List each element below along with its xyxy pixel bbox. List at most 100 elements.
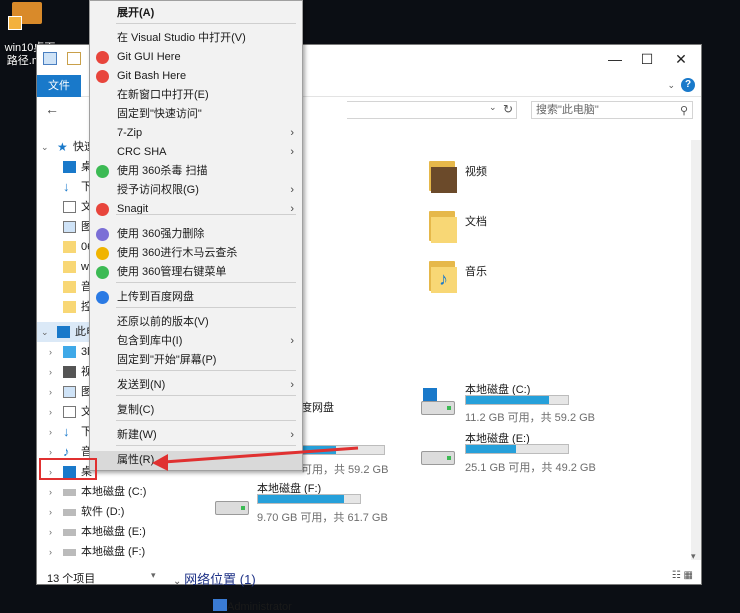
context-menu-item[interactable]: 上传到百度网盘 — [90, 288, 302, 307]
picture-icon — [63, 221, 76, 233]
quick-access-toolbar — [41, 50, 91, 70]
context-menu-item[interactable]: 包含到库中(I) › — [90, 332, 302, 351]
chevron-right-icon[interactable]: › — [49, 542, 52, 562]
drive-icon[interactable] — [421, 401, 455, 415]
menu-item-label: 使用 360进行木马云查杀 — [117, 247, 238, 259]
menu-separator — [116, 370, 296, 371]
menu-item-label: 发送到(N) — [117, 379, 166, 391]
drive-icon — [63, 489, 76, 496]
annotation-arrow — [152, 446, 359, 471]
menu-item-label: 复制(C) — [117, 404, 155, 416]
context-menu-item[interactable]: 使用 360进行木马云查杀 — [90, 244, 302, 263]
folder-icon — [63, 301, 76, 313]
maximize-button[interactable]: ☐ — [635, 51, 659, 67]
context-menu-item[interactable]: 使用 360管理右键菜单 — [90, 263, 302, 282]
menu-item-label: 包含到库中(I) — [117, 335, 183, 347]
submenu-arrow-icon: › — [290, 127, 294, 139]
chevron-right-icon[interactable]: › — [49, 362, 52, 382]
properties-icon[interactable] — [67, 52, 81, 65]
submenu-arrow-icon: › — [290, 146, 294, 158]
chevron-right-icon[interactable]: › — [49, 522, 52, 542]
view-toggle-icons[interactable]: ☷ ▦ — [672, 570, 693, 581]
menu-item-icon — [96, 70, 109, 83]
context-menu-item[interactable]: 7-Zip › — [90, 124, 302, 143]
status-bar: 13 个项目 ☷ ▦ — [37, 567, 701, 585]
context-menu-item[interactable]: 复制(C) — [90, 401, 302, 420]
context-menu-item[interactable]: 固定到"快速访问" — [90, 105, 302, 124]
chevron-down-icon[interactable]: ⌄ — [41, 322, 49, 342]
drive-stats: 9.70 GB 可用，共 61.7 GB — [257, 512, 388, 524]
search-icon: ⚲ — [679, 105, 688, 117]
chevron-down-icon[interactable]: ⌄ — [41, 137, 49, 157]
menu-separator — [116, 307, 296, 308]
document-icon — [63, 406, 76, 418]
drive-usage-bar — [257, 494, 361, 504]
ribbon-expand-chevron-icon[interactable]: ⌄ — [667, 80, 675, 91]
tree-label: 本地磁盘 (E:) — [81, 526, 146, 538]
tree-label: 本地磁盘 (C:) — [81, 486, 147, 498]
scroll-down-icon[interactable]: ▾ — [691, 551, 696, 562]
help-icon[interactable]: ? — [681, 78, 695, 92]
drive-stats: 25.1 GB 可用，共 49.2 GB — [465, 462, 596, 474]
tree-drive[interactable]: › 本地磁盘 (C:) — [37, 482, 161, 502]
context-menu-item[interactable]: Git Bash Here — [90, 67, 302, 86]
context-menu-item[interactable]: Git GUI Here — [90, 48, 302, 67]
context-menu-item[interactable]: 使用 360杀毒 扫描 — [90, 162, 302, 181]
context-menu-item[interactable]: 在新窗口中打开(E) — [90, 86, 302, 105]
context-menu-item[interactable]: 展开(A) — [90, 4, 302, 23]
menu-item-icon — [96, 228, 109, 241]
back-arrow-icon[interactable]: ← — [45, 101, 59, 117]
folder-label[interactable]: 文档 — [465, 213, 487, 229]
tree-drive[interactable]: › 本地磁盘 (F:) — [37, 542, 161, 562]
chevron-right-icon[interactable]: › — [49, 342, 52, 362]
item-count: 13 个项目 — [47, 573, 96, 585]
refresh-icon[interactable]: ↻ — [503, 102, 517, 116]
baidu-netdisk-label[interactable]: 度网盘 — [301, 399, 334, 415]
menu-item-label: 在新窗口中打开(E) — [117, 89, 209, 101]
desktop-icon — [63, 161, 76, 173]
folder-label[interactable]: 音乐 — [465, 263, 487, 279]
chevron-right-icon[interactable]: › — [49, 422, 52, 442]
menu-item-label: 在 Visual Studio 中打开(V) — [117, 32, 246, 44]
tree-drive[interactable]: › 本地磁盘 (E:) — [37, 522, 161, 542]
context-menu-item[interactable]: 授予访问权限(G) › — [90, 181, 302, 200]
video-folder-icon[interactable] — [429, 157, 459, 193]
context-menu-item[interactable]: 在 Visual Studio 中打开(V) — [90, 29, 302, 48]
address-dropdown-icon[interactable]: ⌄ — [489, 102, 497, 113]
windows-logo-icon — [423, 388, 437, 402]
search-input[interactable]: 搜索"此电脑" ⚲ — [531, 101, 693, 119]
tree-label: w — [81, 261, 89, 273]
star-icon: ★ — [57, 140, 68, 154]
chevron-right-icon[interactable]: › — [49, 502, 52, 522]
close-button[interactable]: ✕ — [669, 51, 693, 67]
vertical-scrollbar[interactable] — [691, 140, 701, 560]
menu-item-label: 固定到"快速访问" — [117, 108, 202, 120]
menu-item-icon — [96, 291, 109, 304]
music-folder-icon[interactable]: ♪ — [429, 257, 459, 293]
context-menu-item[interactable]: 发送到(N) › — [90, 376, 302, 395]
chevron-right-icon[interactable]: › — [49, 382, 52, 402]
context-menu-item[interactable]: 固定到"开始"屏幕(P) — [90, 351, 302, 370]
chevron-right-icon[interactable]: › — [49, 482, 52, 502]
drive-icon[interactable] — [421, 451, 455, 465]
network-item[interactable]: Administrator — [227, 601, 292, 613]
context-menu-item[interactable]: 使用 360强力删除 — [90, 225, 302, 244]
drive-icon[interactable] — [215, 501, 249, 515]
document-icon — [63, 201, 76, 213]
tree-drive[interactable]: › 软件 (D:) — [37, 502, 161, 522]
menu-separator — [116, 395, 296, 396]
minimize-button[interactable]: — — [603, 51, 627, 67]
folder-label[interactable]: 视频 — [465, 163, 487, 179]
submenu-arrow-icon: › — [290, 379, 294, 391]
video-file-icon — [8, 2, 42, 30]
drive-icon — [63, 509, 76, 516]
menu-separator — [116, 23, 296, 24]
documents-folder-icon[interactable] — [429, 207, 459, 243]
context-menu-item[interactable]: Snagit › — [90, 200, 302, 219]
menu-item-label: 还原以前的版本(V) — [117, 316, 209, 328]
download-arrow-icon: ↓ — [63, 424, 70, 439]
file-tab[interactable]: 文件 — [37, 75, 81, 97]
context-menu-item[interactable]: 还原以前的版本(V) — [90, 313, 302, 332]
chevron-right-icon[interactable]: › — [49, 402, 52, 422]
context-menu-item[interactable]: CRC SHA › — [90, 143, 302, 162]
